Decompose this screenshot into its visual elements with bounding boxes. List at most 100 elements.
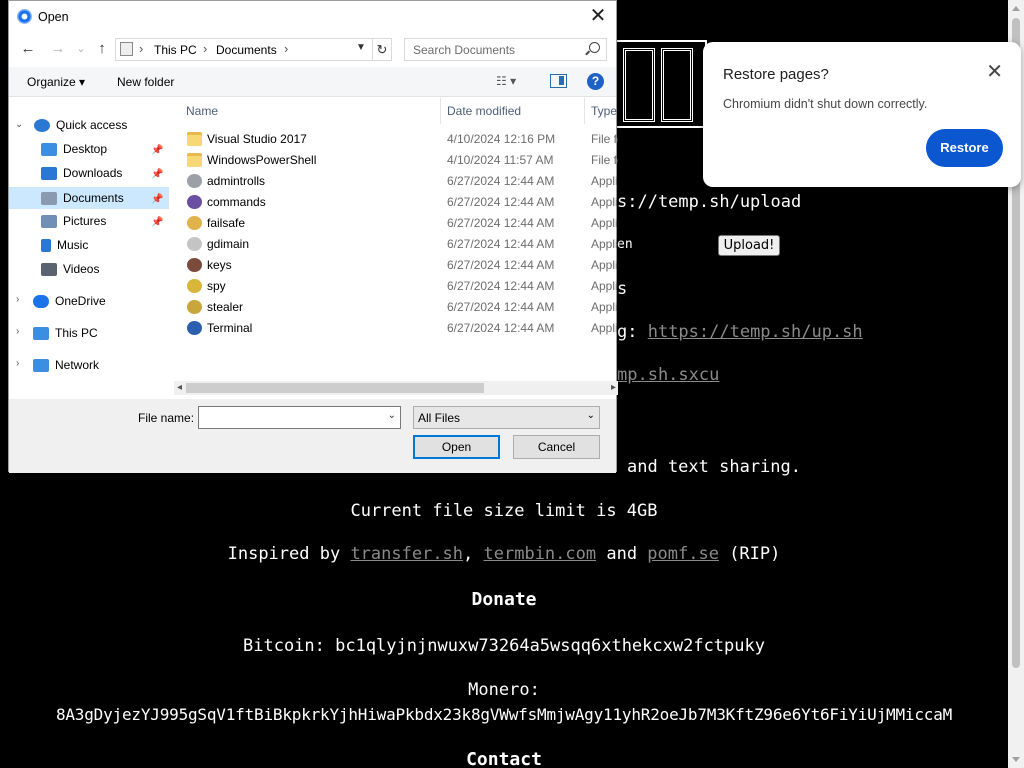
sidebar-item-videos[interactable]: Videos <box>41 258 99 280</box>
file-name-input[interactable] <box>201 409 381 426</box>
file-row[interactable]: admintrolls 6/27/2024 12:44 AM Applic <box>179 171 618 192</box>
organize-button[interactable]: Organize ▾ <box>27 75 85 89</box>
file-name: Visual Studio 2017 <box>207 132 307 146</box>
donate-heading: Donate <box>471 589 537 610</box>
chevron-down-icon: ⌄ <box>586 410 595 421</box>
open-button[interactable]: Open <box>413 435 500 459</box>
back-arrow-icon[interactable]: ← <box>18 39 38 59</box>
scrollbar-thumb[interactable] <box>186 383 484 393</box>
pin-icon[interactable]: 📌 <box>151 194 163 205</box>
dialog-titlebar: Open ✕ <box>9 1 616 32</box>
sidebar-item-label: Quick access <box>56 118 128 132</box>
file-row[interactable]: failsafe 6/27/2024 12:44 AM Applic <box>179 213 618 234</box>
sidebar-item-desktop[interactable]: Desktop <box>41 138 107 160</box>
sidebar-item-network[interactable]: Network <box>33 354 99 376</box>
help-icon[interactable]: ? <box>587 73 604 90</box>
file-type: File fo <box>591 153 618 167</box>
sidebar-item-onedrive[interactable]: OneDrive <box>33 290 106 312</box>
file-row[interactable]: commands 6/27/2024 12:44 AM Applic <box>179 192 618 213</box>
pin-icon[interactable]: 📌 <box>151 217 163 228</box>
upload-button[interactable]: Upload! <box>718 235 780 256</box>
file-row[interactable]: WindowsPowerShell 4/10/2024 11:57 AM File … <box>179 150 618 171</box>
column-header-date[interactable]: Date modified <box>447 98 521 124</box>
file-row[interactable]: Terminal 6/27/2024 12:44 AM Applic <box>179 318 618 339</box>
file-date: 6/27/2024 12:44 AM <box>447 321 555 335</box>
file-row[interactable]: gdimain 6/27/2024 12:44 AM Applic <box>179 234 618 255</box>
download-icon <box>41 167 57 181</box>
close-icon[interactable]: ✕ <box>986 62 1003 82</box>
chevron-right-icon[interactable]: › <box>16 294 19 305</box>
desktop-icon <box>41 143 57 157</box>
cancel-button[interactable]: Cancel <box>513 435 600 459</box>
breadcrumb-documents[interactable]: Documents <box>216 43 277 57</box>
file-date: 6/27/2024 12:44 AM <box>447 216 555 230</box>
search-placeholder: Search Documents <box>413 43 516 57</box>
file-date: 6/27/2024 12:44 AM <box>447 279 555 293</box>
file-name-field[interactable]: ⌄ <box>198 406 401 429</box>
star-icon <box>34 119 50 133</box>
file-date: 4/10/2024 12:16 PM <box>447 132 556 146</box>
file-row[interactable]: spy 6/27/2024 12:44 AM Applic <box>179 276 618 297</box>
sidebar-item-music[interactable]: Music <box>41 234 88 256</box>
sidebar-item-this-pc[interactable]: This PC <box>33 322 98 344</box>
search-box[interactable]: Search Documents <box>404 38 607 61</box>
file-row[interactable]: keys 6/27/2024 12:44 AM Applic <box>179 255 618 276</box>
forward-arrow-icon[interactable]: → <box>48 39 68 59</box>
sidebar-item-quick-access[interactable]: Quick access <box>34 114 127 136</box>
horizontal-scrollbar[interactable]: ◂ ▸ <box>174 381 618 395</box>
column-divider[interactable] <box>440 98 441 124</box>
preview-pane-icon[interactable] <box>550 74 567 88</box>
column-header-type[interactable]: Type <box>591 98 617 124</box>
scroll-down-icon[interactable] <box>1012 757 1020 762</box>
file-type: Applic <box>591 300 618 314</box>
scroll-left-icon[interactable]: ◂ <box>177 381 182 395</box>
sidebar-item-downloads[interactable]: Downloads <box>41 162 122 184</box>
termbin-link[interactable]: termbin.com <box>484 544 597 564</box>
up-arrow-icon[interactable]: ↑ <box>92 39 112 59</box>
folder-icon <box>187 153 202 167</box>
column-header-name[interactable]: Name <box>186 98 218 124</box>
sidebar-item-label: Desktop <box>63 142 108 156</box>
sidebar-item-pictures[interactable]: Pictures <box>41 210 106 232</box>
column-divider[interactable] <box>584 98 585 124</box>
pomf-link[interactable]: pomf.se <box>647 544 719 564</box>
address-bar[interactable]: › This PC › Documents › ▼ ↻ <box>115 38 392 61</box>
curl-line: g: https://temp.sh/up.sh <box>617 322 863 342</box>
dialog-title: Open <box>38 10 69 24</box>
curl-link[interactable]: https://temp.sh/up.sh <box>648 322 863 342</box>
file-name: keys <box>207 258 232 272</box>
file-row[interactable]: stealer 6/27/2024 12:44 AM Applic <box>179 297 618 318</box>
file-type: Applic <box>591 258 618 272</box>
transfer-link[interactable]: transfer.sh <box>350 544 463 564</box>
new-folder-button[interactable]: New folder <box>117 75 174 89</box>
close-icon[interactable]: ✕ <box>588 5 608 27</box>
restore-button[interactable]: Restore <box>926 129 1003 167</box>
partial-text: s <box>617 279 628 299</box>
scroll-right-icon[interactable]: ▸ <box>611 381 616 395</box>
sxcu-line: mp.sh.sxcu <box>617 365 719 385</box>
file-type: Applic <box>591 216 618 230</box>
pin-icon[interactable]: 📌 <box>151 145 163 156</box>
chevron-down-icon[interactable]: ⌄ <box>388 410 396 421</box>
network-icon <box>33 359 49 373</box>
sxcu-link[interactable]: mp.sh.sxcu <box>617 365 719 385</box>
chevron-right-icon[interactable]: › <box>16 326 19 337</box>
breadcrumb-this-pc[interactable]: This PC <box>154 43 197 57</box>
scroll-up-icon[interactable] <box>1012 6 1020 11</box>
file-row[interactable]: Visual Studio 2017 4/10/2024 12:16 PM File… <box>179 129 618 150</box>
file-type: Applic <box>591 279 618 293</box>
chevron-down-icon[interactable]: ⌄ <box>15 119 23 130</box>
refresh-icon[interactable]: ↻ <box>372 39 391 60</box>
pin-icon[interactable]: 📌 <box>151 169 163 180</box>
view-options-icon[interactable]: ☷ ▾ <box>496 74 516 88</box>
inspired-separator: , <box>463 544 484 564</box>
chevron-down-icon[interactable]: ▼ <box>356 42 366 53</box>
sidebar-item-documents[interactable]: Documents <box>41 187 124 209</box>
chevron-right-icon[interactable]: › <box>16 358 19 369</box>
recent-locations-icon[interactable]: ⌄ <box>71 39 91 59</box>
sidebar-item-label: Music <box>57 238 89 252</box>
file-type-value: All Files <box>418 411 461 425</box>
sidebar-item-label: Documents <box>63 191 124 205</box>
file-type-select[interactable]: All Files ⌄ <box>413 406 600 429</box>
command-bar: Organize ▾ New folder ☷ ▾ ? <box>9 67 616 97</box>
